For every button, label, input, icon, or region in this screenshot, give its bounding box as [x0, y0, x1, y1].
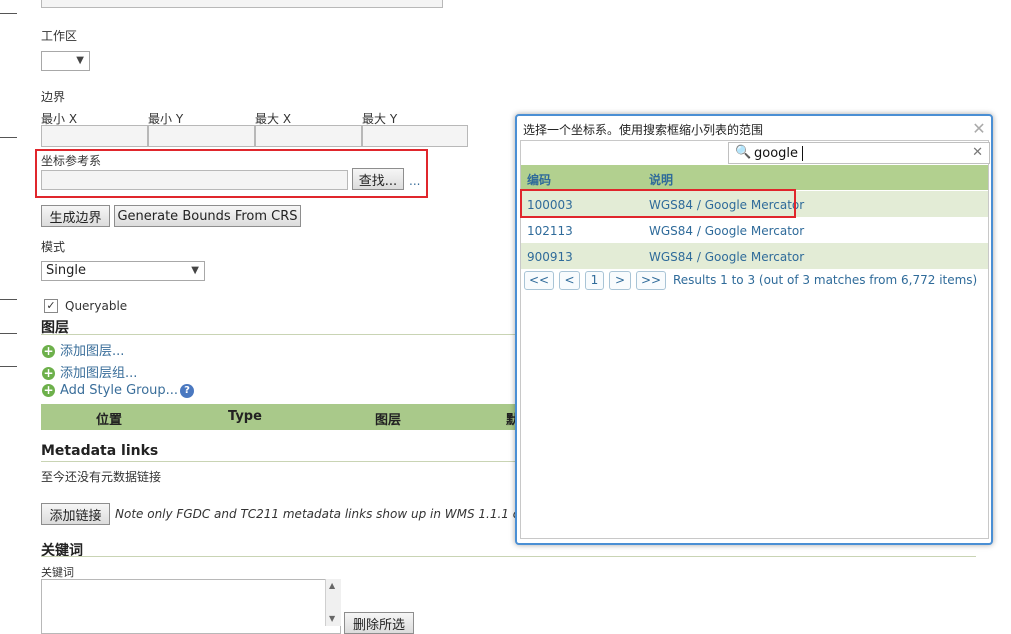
magnifier-icon: 🔍 [735, 145, 752, 160]
edge-tick [0, 366, 17, 367]
divider [41, 461, 516, 462]
crs-field[interactable] [41, 170, 348, 190]
add-layer-link-label: 添加图层... [60, 344, 125, 359]
queryable-checkbox[interactable]: ✓ [44, 299, 58, 313]
generate-bounds-from-crs-button[interactable]: Generate Bounds From CRS [114, 205, 301, 227]
divider [41, 556, 976, 557]
crs-row[interactable]: 900913 WGS84 / Google Mercator [521, 243, 988, 269]
edge-tick [0, 299, 17, 300]
scroll-down-icon[interactable]: ▼ [329, 614, 335, 623]
crs-search-input[interactable]: 🔍 google ✕ [728, 142, 990, 164]
plus-circle-icon: + [42, 366, 55, 380]
miny-field[interactable] [148, 125, 255, 147]
crs-row[interactable]: 102113 WGS84 / Google Mercator [521, 217, 988, 243]
maxx-field[interactable] [255, 125, 362, 147]
metadata-heading: Metadata links [41, 443, 159, 459]
crs-more-link[interactable]: ... [409, 174, 420, 188]
pager-info: Results 1 to 3 (out of 3 matches from 6,… [673, 273, 978, 287]
pager-page-button[interactable]: 1 [585, 271, 604, 290]
edge-tick [0, 137, 17, 138]
edge-tick [0, 13, 17, 14]
pager-prev-button[interactable]: < [559, 271, 580, 290]
add-style-group-link[interactable]: + Add Style Group...? [42, 383, 195, 398]
chevron-down-icon: ▼ [191, 265, 199, 276]
remove-selected-button[interactable]: 删除所选 [344, 612, 414, 634]
help-icon[interactable]: ? [180, 383, 195, 398]
plus-circle-icon: + [42, 344, 55, 358]
dialog-body: 🔍 google ✕ 编码 说明 100003 WGS84 / Google M… [520, 140, 990, 539]
keywords-scrollbar[interactable]: ▲ ▼ [325, 579, 341, 626]
row-highlight-box [520, 189, 796, 218]
crs-code[interactable]: 900913 [527, 250, 573, 264]
crs-description[interactable]: WGS84 / Google Mercator [649, 224, 804, 238]
workspace-select[interactable]: ▼ [41, 51, 90, 71]
crs-grid-header: 编码 说明 [521, 165, 988, 190]
mode-select[interactable]: Single ▼ [41, 261, 205, 281]
add-layer-group-link-label: 添加图层组... [60, 366, 138, 381]
column-header-code[interactable]: 编码 [527, 171, 551, 188]
generate-bounds-button[interactable]: 生成边界 [41, 205, 110, 227]
crs-label: 坐标参考系 [41, 154, 102, 168]
clear-x-icon[interactable]: ✕ [972, 145, 983, 160]
bounds-label: 边界 [41, 90, 66, 104]
add-layer-link[interactable]: + 添加图层... [42, 340, 124, 359]
layers-table-header: 位置 Type 图层 默 [41, 404, 519, 430]
add-link-button[interactable]: 添加链接 [41, 503, 110, 525]
queryable-label: Queryable [65, 299, 128, 313]
text-caret [802, 146, 803, 161]
column-header-description[interactable]: 说明 [649, 171, 673, 188]
column-header-type[interactable]: Type [228, 409, 262, 424]
keywords-label: 关键词 [41, 566, 74, 579]
add-layer-group-link[interactable]: + 添加图层组... [42, 362, 137, 381]
metadata-note: Note only FGDC and TC211 metadata links … [115, 507, 568, 521]
crs-chooser-dialog: 选择一个坐标系。使用搜索框缩小列表的范围 ✕ 🔍 google ✕ 编码 说明 … [515, 114, 993, 545]
dialog-title: 选择一个坐标系。使用搜索框缩小列表的范围 [523, 123, 764, 137]
maxy-field[interactable] [362, 125, 468, 147]
column-header-layer[interactable]: 图层 [375, 409, 401, 428]
crs-code[interactable]: 102113 [527, 224, 573, 238]
close-icon[interactable]: ✕ [971, 121, 987, 137]
scroll-up-icon[interactable]: ▲ [329, 581, 335, 590]
minx-field[interactable] [41, 125, 148, 147]
column-header-position[interactable]: 位置 [96, 409, 122, 428]
pager-last-button[interactable]: >> [636, 271, 666, 290]
add-style-group-link-label: Add Style Group... [60, 383, 179, 398]
plus-circle-icon: + [42, 383, 55, 397]
pager-next-button[interactable]: > [609, 271, 631, 290]
edge-tick [0, 333, 17, 334]
keywords-heading: 关键词 [41, 543, 83, 559]
workspace-label: 工作区 [41, 29, 78, 43]
name-field[interactable] [41, 0, 443, 8]
crs-description[interactable]: WGS84 / Google Mercator [649, 250, 804, 264]
find-crs-button[interactable]: 查找... [352, 168, 404, 190]
search-value: google [754, 146, 799, 161]
no-metadata-text: 至今还没有元数据链接 [41, 470, 162, 484]
chevron-down-icon: ▼ [76, 55, 84, 66]
pager-first-button[interactable]: << [524, 271, 554, 290]
mode-label: 模式 [41, 240, 66, 254]
divider [41, 334, 516, 335]
